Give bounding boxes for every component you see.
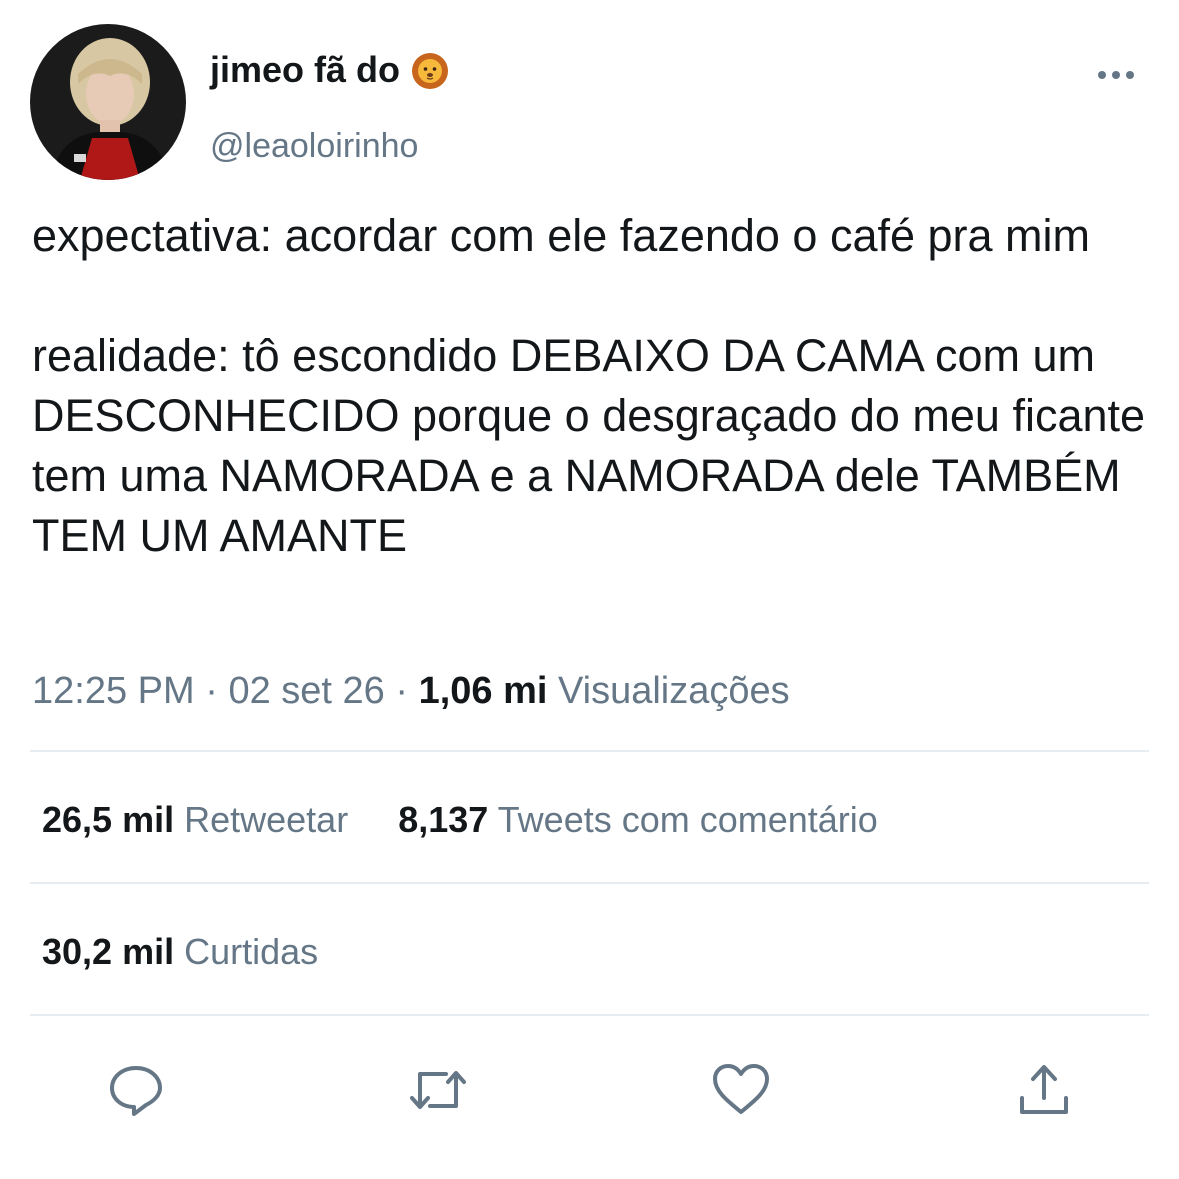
action-bar xyxy=(0,1058,1179,1122)
likes-count: 30,2 mil xyxy=(42,931,175,972)
views-count: 1,06 mi xyxy=(418,670,548,712)
likes-label: Curtidas xyxy=(184,931,319,972)
tweet-time[interactable]: 12:25 PM xyxy=(32,670,195,712)
display-name[interactable]: jimeo fã do xyxy=(210,48,450,92)
retweets-label: Retweetar xyxy=(184,799,349,840)
tweet-paragraph: expectativa: acordar com ele fazendo o c… xyxy=(32,210,1091,261)
reply-icon xyxy=(110,1066,162,1116)
avatar[interactable] xyxy=(30,24,186,180)
views-label: Visualizações xyxy=(558,670,790,712)
meta-separator: · xyxy=(205,670,218,712)
tweet-text: expectativa: acordar com ele fazendo o c… xyxy=(32,206,1172,566)
share-icon xyxy=(1020,1065,1068,1114)
retweets-stat[interactable]: 26,5 mil Retweetar xyxy=(42,798,348,842)
divider xyxy=(30,1014,1149,1016)
more-dots-icon xyxy=(1098,71,1134,79)
retweet-stats-row: 26,5 mil Retweetar 8,137 Tweets com come… xyxy=(42,798,878,842)
avatar-image xyxy=(30,24,186,180)
quotes-count: 8,137 xyxy=(398,799,489,840)
share-button[interactable] xyxy=(1012,1058,1076,1122)
tweet-meta: 12:25 PM · 02 set 26 · 1,06 mi Visualiza… xyxy=(32,668,790,714)
retweet-icon xyxy=(410,1071,466,1109)
tweet-date[interactable]: 02 set 26 xyxy=(228,670,384,712)
retweets-count: 26,5 mil xyxy=(42,799,175,840)
like-button[interactable] xyxy=(709,1058,773,1122)
likes-stats-row: 30,2 mil Curtidas xyxy=(42,930,318,974)
meta-separator: · xyxy=(395,670,408,712)
quotes-label: Tweets com comentário xyxy=(497,799,878,840)
tweet-paragraph: realidade: tô escondido DEBAIXO DA CAMA … xyxy=(32,330,1146,561)
user-handle[interactable]: @leaoloirinho xyxy=(210,124,418,168)
retweet-button[interactable] xyxy=(406,1058,470,1122)
like-heart-icon xyxy=(713,1064,769,1114)
quotes-stat[interactable]: 8,137 Tweets com comentário xyxy=(398,798,878,842)
reply-button[interactable] xyxy=(104,1058,168,1122)
divider xyxy=(30,750,1149,752)
more-options-button[interactable] xyxy=(1092,60,1142,90)
lion-face-icon xyxy=(410,50,450,90)
likes-stat[interactable]: 30,2 mil Curtidas xyxy=(42,930,318,974)
divider xyxy=(30,882,1149,884)
display-name-text: jimeo fã do xyxy=(210,49,401,90)
